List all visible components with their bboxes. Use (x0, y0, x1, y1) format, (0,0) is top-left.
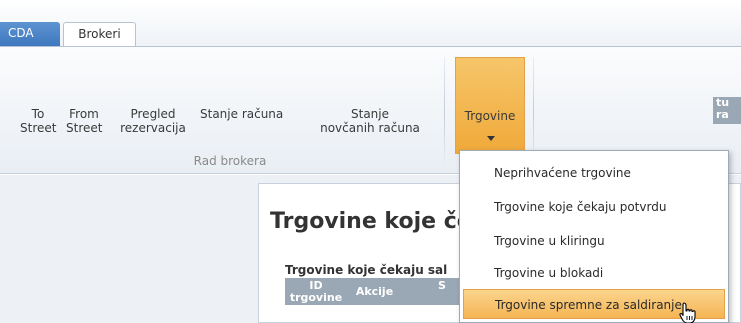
trgovine-label: Trgovine (464, 109, 516, 123)
column-header-id[interactable]: ID trgovine (285, 280, 347, 304)
menu-item-cekaju-potvrdu[interactable]: Trgovine koje čekaju potvrdu (460, 192, 728, 222)
column-header-fragment: tu ra (713, 97, 741, 124)
table-header: ID trgovine Akcije S (285, 278, 465, 305)
page-title: Trgovine koje če (270, 209, 472, 234)
ribbon-separator (444, 57, 445, 167)
tab-strip: CDA Brokeri (0, 0, 741, 46)
stanje-novcanih-racuna-button[interactable]: Stanje novčanih računa (305, 107, 435, 135)
tab-brokeri[interactable]: Brokeri (63, 22, 136, 46)
pregled-label-1: Pregled (130, 107, 176, 121)
trgovine-dropdown-menu: Neprihvaćene trgovine Trgovine koje čeka… (459, 150, 729, 323)
trgovine-dropdown-button[interactable]: Trgovine (455, 57, 525, 154)
column-fragment-line-2: ra (716, 108, 729, 121)
column-id-line-2: trgovine (289, 291, 343, 304)
tab-brokeri-label: Brokeri (78, 27, 121, 41)
tab-cda[interactable]: CDA (0, 22, 60, 46)
column-header-akcije[interactable]: Akcije (347, 286, 402, 298)
stanje-racuna-label: Stanje računa (200, 107, 284, 121)
column-header-s[interactable]: S (433, 280, 451, 292)
to-street-button[interactable]: To Street (20, 107, 56, 135)
from-street-button[interactable]: From Street (66, 107, 102, 135)
ribbon-group-label: Rad brokera (193, 154, 267, 168)
menu-item-u-blokadi[interactable]: Trgovine u blokadi (460, 258, 728, 288)
from-street-label-2: Street (66, 121, 103, 135)
menu-item-neprihvacene[interactable]: Neprihvaćene trgovine (460, 158, 728, 188)
to-street-label-1: To (31, 107, 45, 121)
pregled-rezervacija-button[interactable]: Pregled rezervacija (118, 107, 188, 135)
novcani-label-1: Stanje (351, 107, 389, 121)
dropdown-arrow-icon (487, 136, 495, 141)
to-street-label-2: Street (20, 121, 57, 135)
table-title: Trgovine koje čekaju sal (285, 263, 448, 277)
stanje-racuna-button[interactable]: Stanje računa (200, 107, 310, 121)
from-street-label-1: From (69, 107, 99, 121)
menu-item-u-kliringu[interactable]: Trgovine u kliringu (460, 226, 728, 256)
novcani-label-2: novčanih računa (320, 121, 420, 135)
hand-pointer-icon (679, 302, 696, 323)
tab-cda-label: CDA (8, 26, 34, 40)
pregled-label-2: rezervacija (120, 121, 186, 135)
